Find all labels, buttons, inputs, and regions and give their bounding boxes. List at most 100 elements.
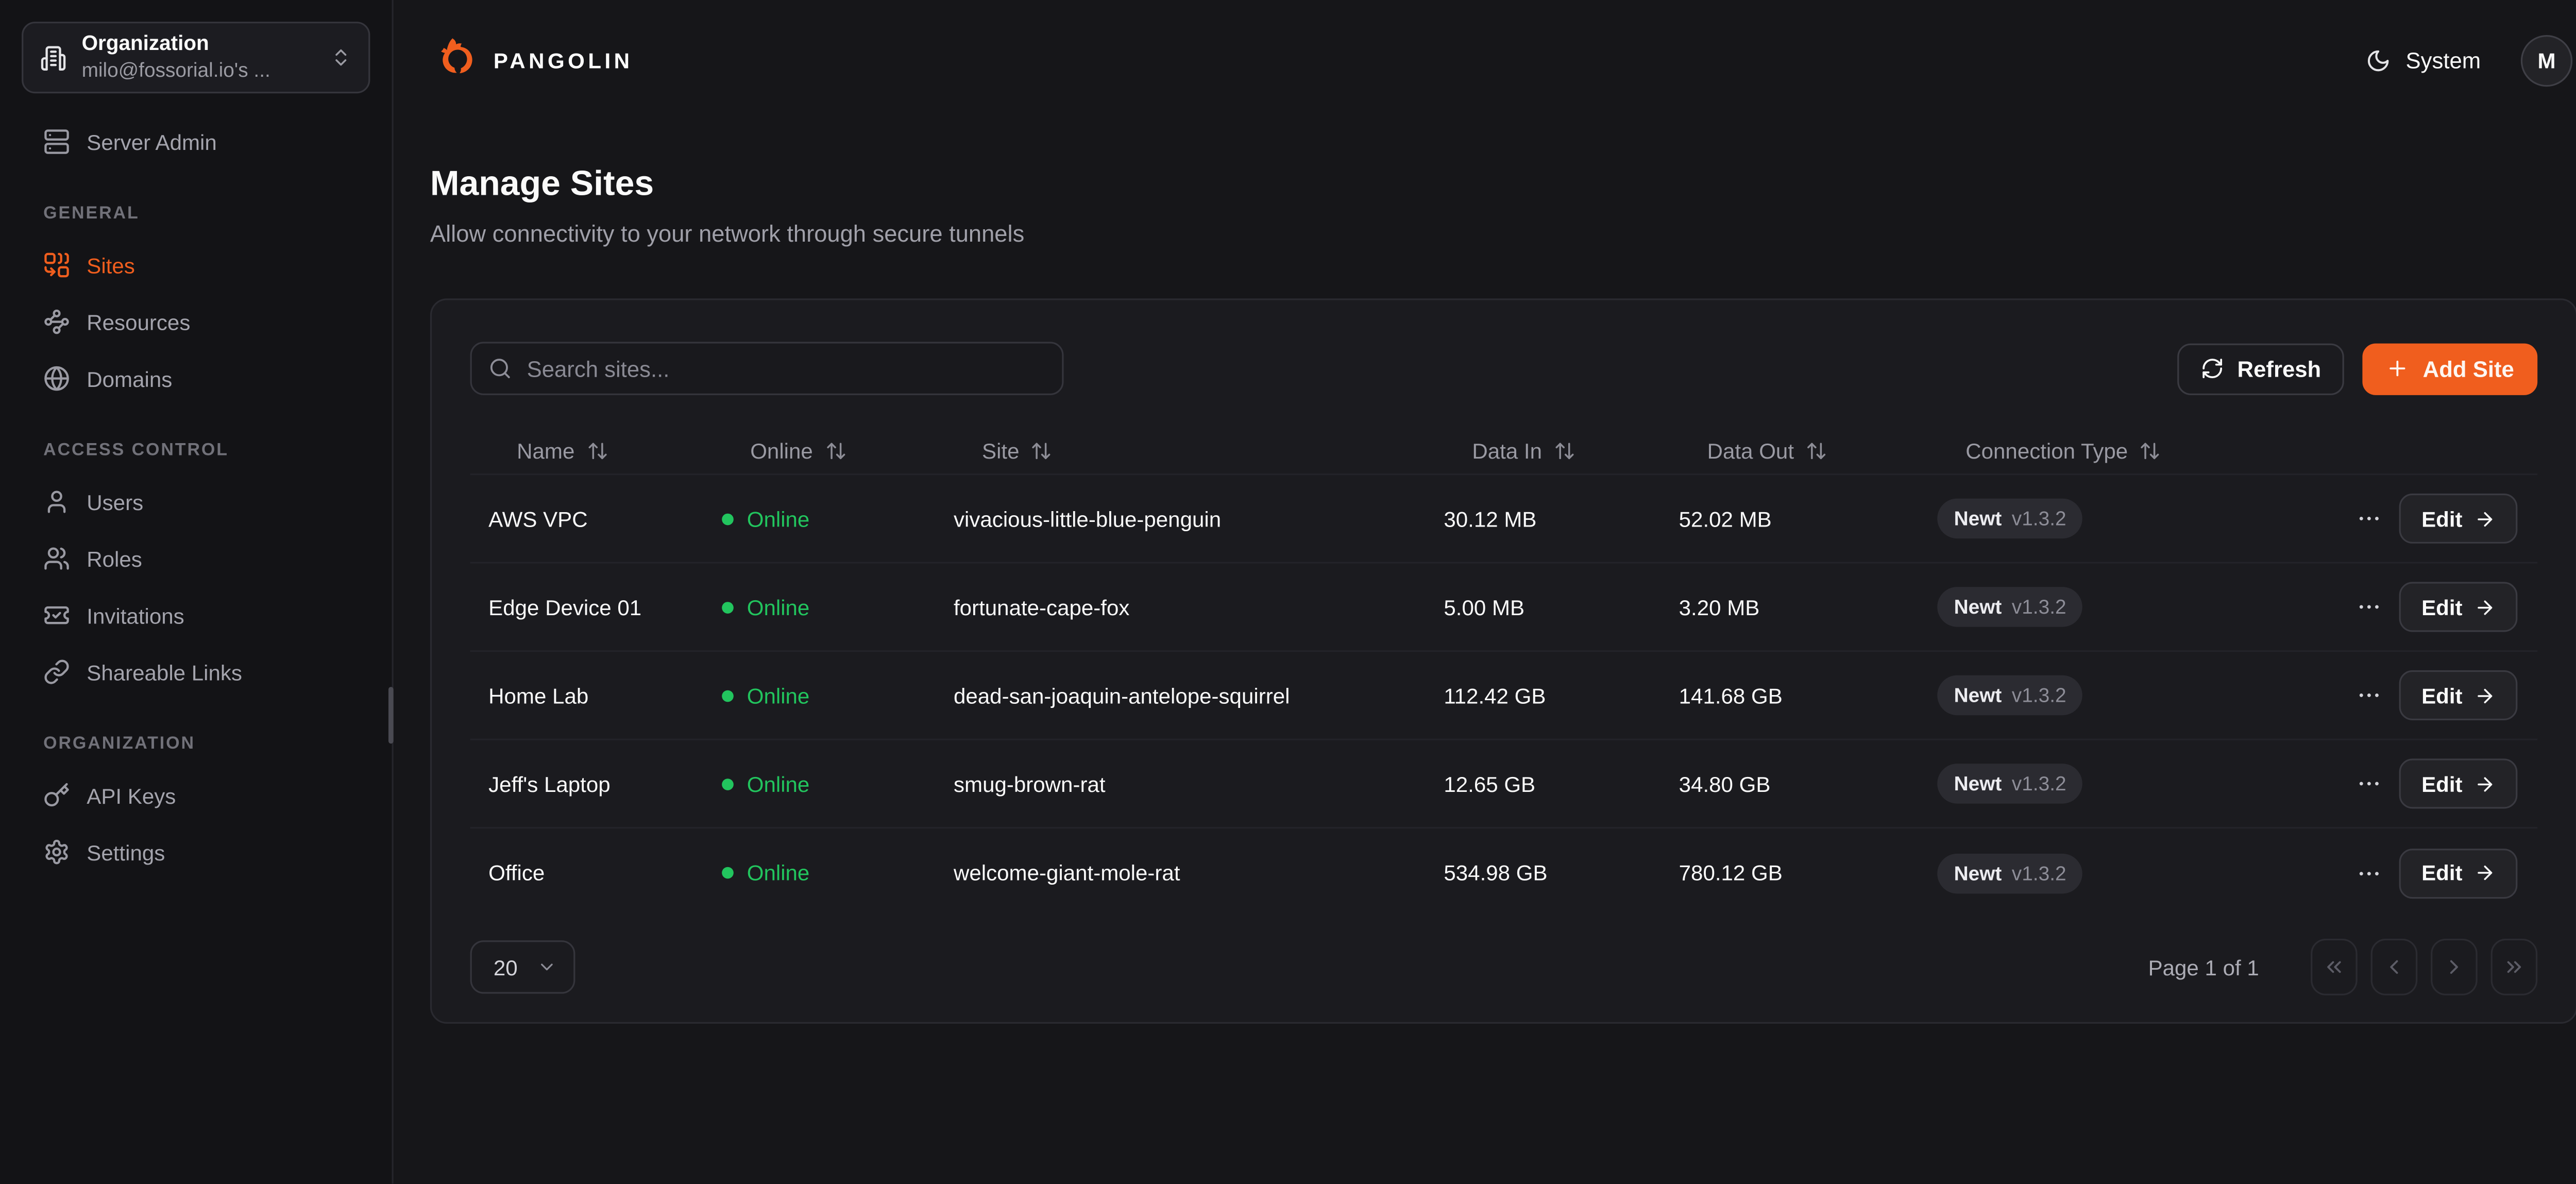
sidebar-item-sites[interactable]: Sites xyxy=(20,240,372,290)
connection-type-badge: Newt v1.3.2 xyxy=(1937,675,2083,716)
row-menu-button[interactable] xyxy=(2355,594,2382,620)
column-header-data-in[interactable]: Data In xyxy=(1444,437,1679,465)
sidebar-item-invitations[interactable]: Invitations xyxy=(20,590,372,640)
edit-button[interactable]: Edit xyxy=(2400,582,2517,632)
site-name: Home Lab xyxy=(488,683,722,708)
brand-name: PANGOLIN xyxy=(494,47,633,73)
column-header-online[interactable]: Online xyxy=(722,437,954,465)
chevrons-right-icon xyxy=(2502,955,2526,978)
data-out-value: 141.68 GB xyxy=(1679,683,1938,708)
arrow-right-icon xyxy=(2474,862,2496,884)
connection-type-badge: Newt v1.3.2 xyxy=(1937,764,2083,804)
row-menu-button[interactable] xyxy=(2355,505,2382,532)
data-in-value: 112.42 GB xyxy=(1444,683,1679,708)
data-in-value: 5.00 MB xyxy=(1444,595,1679,620)
table-row: Jeff's Laptop Online smug-brown-rat 12.6… xyxy=(470,740,2538,829)
refresh-button[interactable]: Refresh xyxy=(2177,343,2345,394)
connection-type-badge: Newt v1.3.2 xyxy=(1937,499,2083,539)
site-slug: fortunate-cape-fox xyxy=(954,595,1444,620)
sidebar-item-api-keys[interactable]: API Keys xyxy=(20,770,372,820)
next-page-button[interactable] xyxy=(2431,939,2478,995)
table-row: Office Online welcome-giant-mole-rat 534… xyxy=(470,828,2538,917)
search-input[interactable] xyxy=(470,342,1064,395)
site-status: Online xyxy=(722,506,954,531)
add-site-button[interactable]: Add Site xyxy=(2363,343,2537,394)
sort-icon xyxy=(586,440,608,462)
sidebar-scrollbar[interactable] xyxy=(388,687,394,743)
brand-link[interactable]: PANGOLIN xyxy=(430,36,633,84)
sidebar-item-domains[interactable]: Domains xyxy=(20,353,372,403)
building-icon xyxy=(40,44,67,71)
plus-icon xyxy=(2386,357,2409,380)
connection-type-badge: Newt v1.3.2 xyxy=(1937,853,2083,893)
page-size-select[interactable]: 20 xyxy=(470,940,575,994)
ticket-check-icon xyxy=(43,602,70,629)
online-status-dot xyxy=(722,778,734,790)
theme-label: System xyxy=(2405,47,2481,73)
column-header-name[interactable]: Name xyxy=(488,437,722,465)
site-status: Online xyxy=(722,771,954,797)
column-header-data-out[interactable]: Data Out xyxy=(1679,437,1938,465)
data-out-value: 780.12 GB xyxy=(1679,860,1938,886)
data-in-value: 534.98 GB xyxy=(1444,860,1679,886)
first-page-button[interactable] xyxy=(2311,939,2358,995)
site-name: AWS VPC xyxy=(488,506,722,531)
edit-button[interactable]: Edit xyxy=(2400,670,2517,720)
app-window: Organization milo@fossorial.io's ... Ser… xyxy=(0,0,2576,1184)
theme-toggle[interactable]: System xyxy=(2366,47,2481,73)
page-label: Page 1 of 1 xyxy=(2148,955,2259,980)
row-menu-button[interactable] xyxy=(2355,859,2382,886)
page-content: Manage Sites Allow connectivity to your … xyxy=(394,120,2576,1024)
column-header-connection-type[interactable]: Connection Type xyxy=(1937,437,2355,465)
sidebar-item-settings[interactable]: Settings xyxy=(20,827,372,877)
sidebar-item-users[interactable]: Users xyxy=(20,477,372,527)
org-selector-label: Organization xyxy=(82,32,315,58)
sites-table: Name Online Site Data In Data Out Connec… xyxy=(470,429,2538,917)
row-menu-button[interactable] xyxy=(2355,682,2382,709)
site-name: Edge Device 01 xyxy=(488,595,722,620)
sidebar-item-resources[interactable]: Resources xyxy=(20,297,372,347)
sidebar-item-shareable-links[interactable]: Shareable Links xyxy=(20,647,372,697)
sites-card: Refresh Add Site Name Online Site Data I… xyxy=(430,298,2576,1024)
connection-type-badge: Newt v1.3.2 xyxy=(1937,587,2083,627)
site-status: Online xyxy=(722,683,954,708)
data-out-value: 3.20 MB xyxy=(1679,595,1938,620)
combine-icon xyxy=(43,252,70,279)
sidebar-item-roles[interactable]: Roles xyxy=(20,534,372,584)
prev-page-button[interactable] xyxy=(2371,939,2418,995)
refresh-icon xyxy=(2200,357,2224,380)
users-icon xyxy=(43,545,70,572)
avatar[interactable]: M xyxy=(2521,34,2572,86)
chevron-right-icon xyxy=(2443,955,2466,978)
edit-button[interactable]: Edit xyxy=(2400,848,2517,898)
data-out-value: 34.80 GB xyxy=(1679,771,1938,797)
site-name: Jeff's Laptop xyxy=(488,771,722,797)
page-subtitle: Allow connectivity to your network throu… xyxy=(430,220,2576,247)
last-page-button[interactable] xyxy=(2491,939,2538,995)
table-row: Home Lab Online dead-san-joaquin-antelop… xyxy=(470,652,2538,740)
waypoints-icon xyxy=(43,309,70,335)
page-title: Manage Sites xyxy=(430,165,2576,205)
table-row: Edge Device 01 Online fortunate-cape-fox… xyxy=(470,564,2538,652)
data-out-value: 52.02 MB xyxy=(1679,506,1938,531)
sidebar-item-server-admin[interactable]: Server Admin xyxy=(20,117,372,167)
table-header-row: Name Online Site Data In Data Out Connec… xyxy=(470,429,2538,476)
sidebar-section-organization: ORGANIZATION xyxy=(20,734,372,754)
data-in-value: 12.65 GB xyxy=(1444,771,1679,797)
link-icon xyxy=(43,658,70,685)
server-icon xyxy=(43,128,70,155)
column-header-site[interactable]: Site xyxy=(954,437,1444,465)
chevron-down-icon xyxy=(537,957,557,977)
sidebar: Organization milo@fossorial.io's ... Ser… xyxy=(0,0,394,1184)
pangolin-logo-icon xyxy=(430,36,479,84)
site-slug: smug-brown-rat xyxy=(954,771,1444,797)
arrow-right-icon xyxy=(2474,684,2496,706)
row-menu-button[interactable] xyxy=(2355,770,2382,797)
table-row: AWS VPC Online vivacious-little-blue-pen… xyxy=(470,475,2538,564)
site-slug: dead-san-joaquin-antelope-squirrel xyxy=(954,683,1444,708)
edit-button[interactable]: Edit xyxy=(2400,494,2517,544)
moon-icon xyxy=(2366,47,2391,73)
edit-button[interactable]: Edit xyxy=(2400,758,2517,808)
org-selector[interactable]: Organization milo@fossorial.io's ... xyxy=(22,22,370,93)
topbar: PANGOLIN System M xyxy=(394,0,2576,120)
